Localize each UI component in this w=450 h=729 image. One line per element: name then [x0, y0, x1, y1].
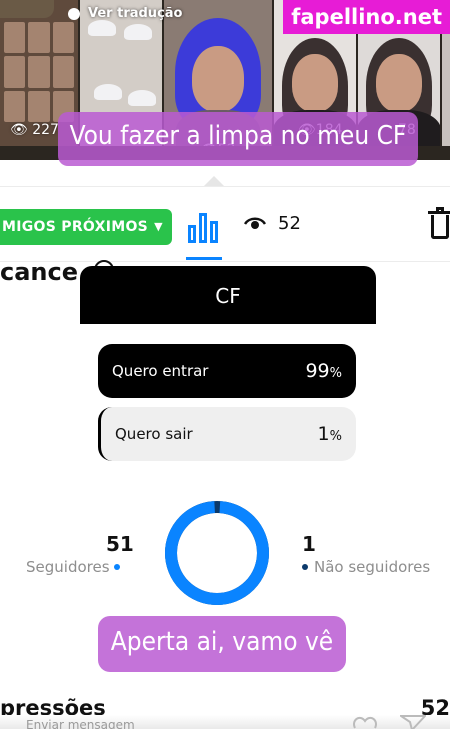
close-friends-label: MIGOS PRÓXIMOS	[2, 219, 149, 235]
poll-question: CF	[80, 266, 376, 324]
insights-toolbar: MIGOS PRÓXIMOS ▼ 52	[0, 186, 450, 262]
trash-icon[interactable]	[428, 207, 450, 241]
caption-bottom: Aperta ai, vamo vê	[98, 616, 346, 672]
thumbnail-view-count: 👁 227	[10, 122, 59, 138]
caption-top: Vou fazer a limpa no meu CF	[58, 112, 418, 166]
insights-bar-chart-icon[interactable]	[188, 211, 220, 243]
heart-icon[interactable]	[352, 714, 378, 729]
poll-option-percent: 99%	[305, 360, 342, 382]
message-input[interactable]: Enviar mensagem	[26, 718, 135, 729]
audience-donut-chart	[165, 501, 269, 605]
poll-option-label: Quero sair	[115, 425, 193, 443]
translate-link[interactable]: Ver tradução	[68, 6, 182, 21]
non-followers-count: 1	[302, 532, 316, 556]
send-icon[interactable]	[400, 714, 426, 729]
poll-option-label: Quero entrar	[112, 362, 209, 380]
thumbnail-collage	[4, 22, 74, 122]
watermark: fapellino.net	[283, 0, 450, 34]
viewers-count[interactable]: 52	[278, 213, 301, 234]
avatar[interactable]	[0, 0, 54, 18]
close-friends-badge[interactable]: MIGOS PRÓXIMOS ▼	[0, 209, 172, 245]
non-followers-dot-icon	[302, 564, 308, 570]
eye-icon[interactable]	[244, 217, 266, 231]
reach-section-title: cance	[0, 258, 79, 286]
non-followers-legend: Não seguidores	[302, 558, 430, 576]
selected-story-caret	[204, 176, 224, 186]
followers-count: 51	[106, 532, 134, 556]
active-tab-underline	[186, 257, 222, 260]
chevron-down-icon: ▼	[154, 220, 163, 233]
translate-dot-icon	[68, 7, 80, 20]
poll-option: Quero entrar 99%	[98, 344, 356, 398]
poll-option-percent: 1%	[317, 423, 342, 445]
donut-followers-arc	[165, 501, 269, 605]
followers-legend: Seguidores	[26, 558, 120, 576]
poll-option: Quero sair 1%	[98, 407, 356, 461]
followers-dot-icon	[113, 564, 120, 570]
